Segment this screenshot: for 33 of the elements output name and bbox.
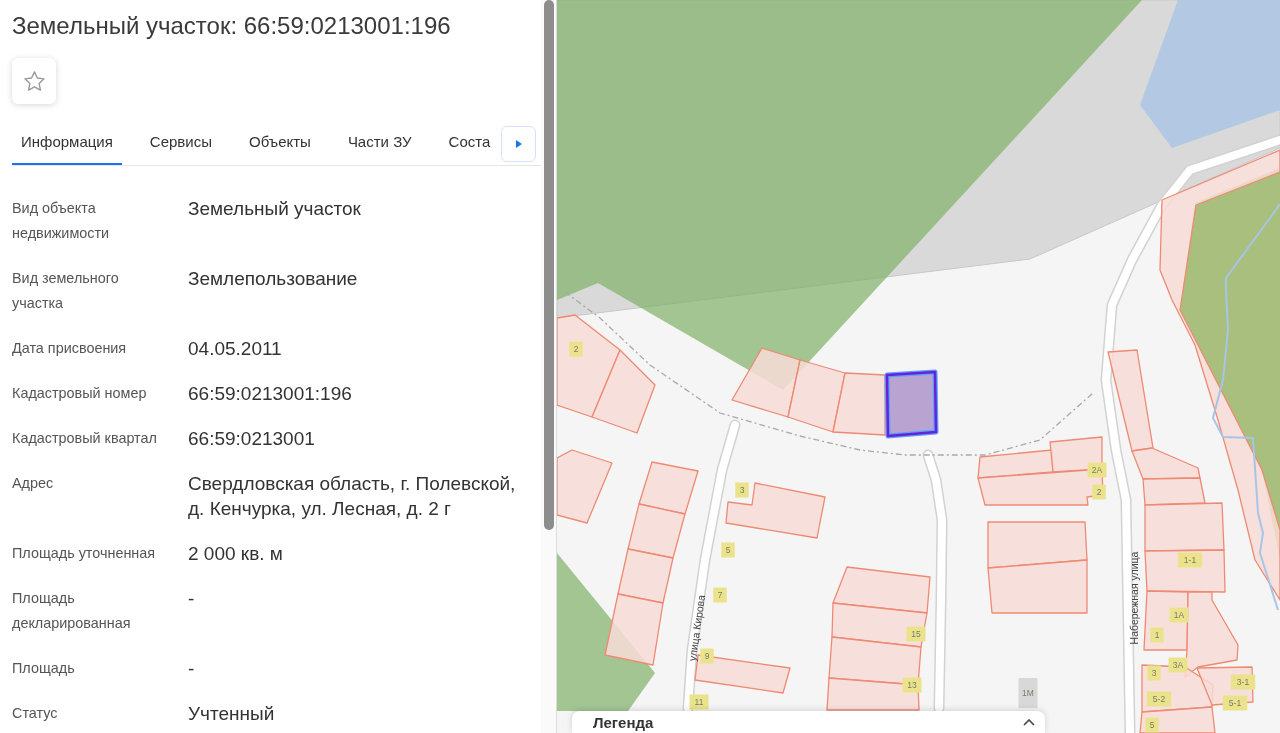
field-value: Учтенный — [188, 702, 276, 726]
tab[interactable]: Объекты — [240, 122, 320, 165]
field-value: 66:59:0213001:196 — [188, 382, 353, 406]
field-value: Земельный участок — [188, 197, 362, 221]
field-label: Адрес — [12, 474, 55, 493]
field-label: Статус — [12, 704, 59, 723]
scrollbar[interactable] — [543, 0, 554, 530]
field-label: Вид земельного участка — [12, 269, 120, 313]
favorite-button[interactable] — [12, 58, 56, 104]
page-title: Земельный участок: 66:59:0213001:196 — [12, 11, 452, 41]
field-label: Площадь декларированная — [12, 589, 132, 633]
field-value: - — [188, 657, 196, 681]
tab[interactable]: Сервисы — [140, 122, 221, 165]
field-label: Площадь уточненная — [12, 544, 157, 563]
field-label: Дата присвоения — [12, 339, 128, 358]
field-value: Свердловская область, г. Полевской, д. Кенчурка, ул. Лесная, д. 2 г — [188, 472, 517, 521]
street-label: Набережная улица — [1127, 551, 1140, 645]
tab[interactable]: Информация — [12, 122, 122, 165]
field-value: Землепользование — [188, 267, 359, 291]
field-value: 2 000 кв. м — [188, 542, 284, 566]
field-label: Кадастровый номер — [12, 384, 148, 403]
land-parcel[interactable] — [884, 369, 939, 439]
tabs-scroll-button[interactable] — [501, 126, 536, 162]
legend-button[interactable]: Легенда — [572, 711, 1045, 733]
field-label: Площадь — [12, 659, 76, 678]
field-label: Кадастровый квартал — [12, 429, 158, 448]
field-label: Вид объекта недвижимости — [12, 199, 111, 243]
field-value: 66:59:0213001 — [188, 427, 316, 451]
field-value: - — [188, 587, 196, 611]
caret-right-icon — [515, 140, 522, 148]
field-value: 04.05.2011 — [188, 337, 283, 361]
tab[interactable]: Части ЗУ — [338, 122, 421, 165]
tab[interactable]: Соста — [439, 122, 500, 165]
